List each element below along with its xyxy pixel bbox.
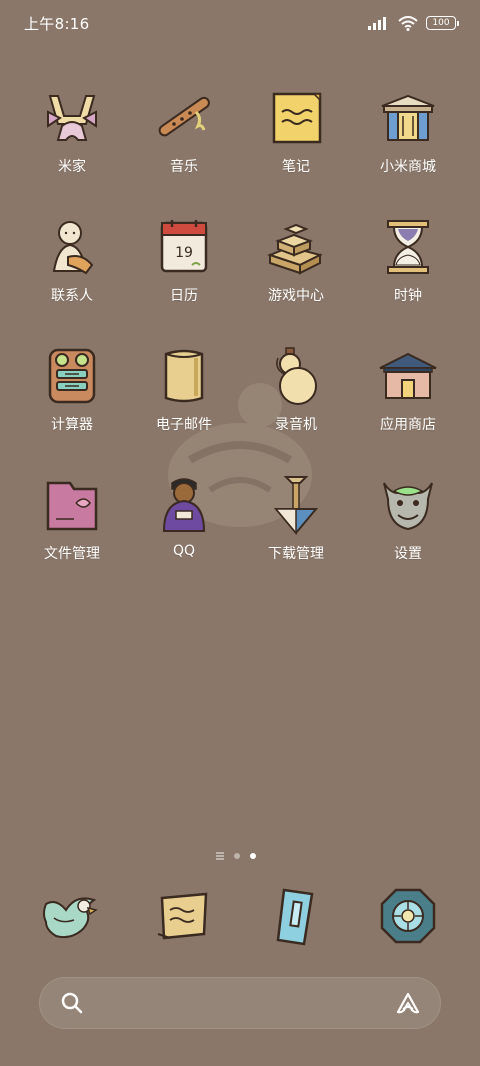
page-indicator[interactable] [216,848,264,864]
status-icons: 100 [368,15,459,31]
calculator-icon [48,348,96,404]
app-calendar[interactable]: 19 日历 [128,215,240,313]
shovel-icon [273,476,319,536]
app-label: 日历 [170,288,198,304]
page-dot[interactable] [234,853,240,859]
app-label: 电子邮件 [156,417,212,433]
status-bar: 上午8:16 100 [0,0,480,46]
calendar-day-number: 19 [175,245,193,261]
flute-icon [158,96,210,137]
search-bar[interactable] [39,977,441,1029]
app-label: 米家 [58,159,86,175]
figure-icon [52,221,94,275]
eagle-icon [43,897,98,939]
status-time: 上午8:16 [24,14,90,33]
jade-tablet-icon [276,888,314,946]
signal-icon [368,17,386,30]
app-mijia[interactable]: 米家 [16,86,128,184]
app-clock[interactable]: 时钟 [352,215,464,313]
scroll-icon [164,349,204,403]
house-icon [379,352,437,399]
dock-app-camera[interactable] [352,884,464,952]
app-email[interactable]: 电子邮件 [128,344,240,442]
folder-icon [46,481,98,531]
app-recorder[interactable]: 录音机 [240,344,352,442]
app-label: 设置 [394,546,422,562]
doll-icon [162,478,206,532]
calendar-icon: 19 [160,220,208,273]
app-label: 时钟 [394,288,422,304]
app-label: 文件管理 [44,546,100,562]
app-label: 小米商城 [380,159,436,175]
app-settings[interactable]: 设置 [352,473,464,571]
xiaoai-assistant-icon[interactable] [394,991,422,1015]
app-calculator[interactable]: 计算器 [16,344,128,442]
page-menu-icon[interactable] [216,852,224,860]
app-label: 下载管理 [268,546,324,562]
dock [16,884,464,952]
app-grid: 米家 音乐 笔记 小米商城 联系人 19 日历 游戏中心 时钟 计算器 电子邮件… [16,86,464,571]
octagon-ornament-icon [380,888,436,944]
app-notes[interactable]: 笔记 [240,86,352,184]
app-downloads[interactable]: 下载管理 [240,473,352,571]
beast-mask-icon [383,482,433,531]
app-label: 游戏中心 [268,288,324,304]
dock-app-phone[interactable] [16,884,128,952]
battery-icon: 100 [426,16,459,30]
app-mi-store[interactable]: 小米商城 [352,86,464,184]
shop-gate-icon [381,94,435,141]
page-dot-active[interactable] [250,853,256,859]
mijia-icon [47,95,97,141]
app-file-manager[interactable]: 文件管理 [16,473,128,571]
app-contacts[interactable]: 联系人 [16,215,128,313]
notes-icon [272,92,322,144]
app-qq[interactable]: QQ [128,473,240,571]
app-label: 音乐 [170,159,198,175]
wifi-icon [398,15,418,31]
hourglass-icon [387,220,429,274]
search-icon[interactable] [60,991,84,1015]
app-music[interactable]: 音乐 [128,86,240,184]
letter-scroll-icon [157,892,208,940]
app-label: 计算器 [51,417,93,433]
app-label: 应用商店 [380,417,436,433]
app-app-store[interactable]: 应用商店 [352,344,464,442]
app-label: 录音机 [275,417,317,433]
gourd-icon [276,347,317,405]
app-game-center[interactable]: 游戏中心 [240,215,352,313]
app-label: 联系人 [51,288,93,304]
blocks-icon [267,223,323,275]
app-label: 笔记 [282,159,310,175]
dock-app-browser[interactable] [240,884,352,952]
dock-app-messages[interactable] [128,884,240,952]
battery-level: 100 [432,17,450,28]
app-label: QQ [172,543,196,559]
